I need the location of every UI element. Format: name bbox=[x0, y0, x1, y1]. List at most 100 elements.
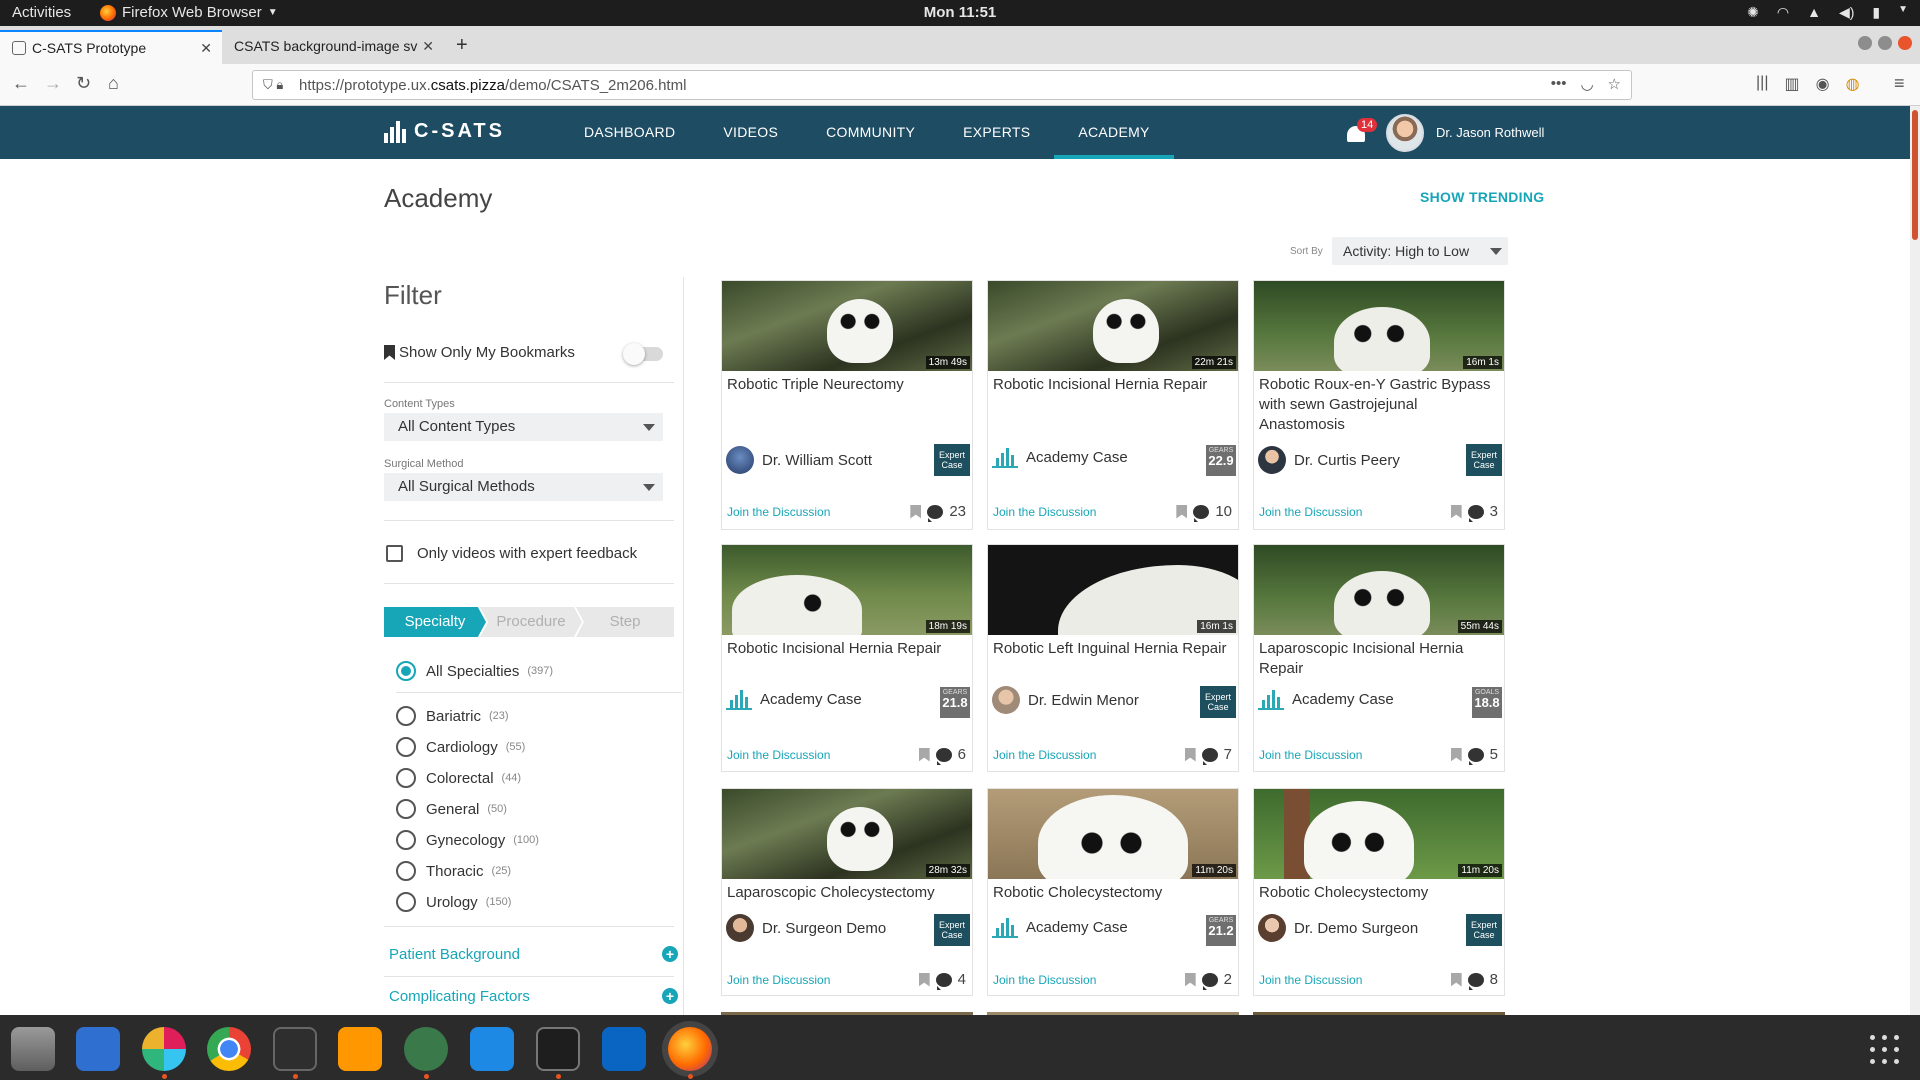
specialty-option[interactable]: Gynecology (100) bbox=[396, 830, 539, 850]
nav-community[interactable]: COMMUNITY bbox=[802, 106, 939, 159]
video-thumbnail[interactable]: 11m 20s bbox=[988, 789, 1238, 879]
card-author[interactable]: Dr. Curtis Peery bbox=[1258, 446, 1400, 474]
chrome-icon[interactable] bbox=[207, 1027, 251, 1071]
battery-icon[interactable]: ▮ bbox=[1872, 4, 1880, 21]
video-card[interactable]: 22m 21s Robotic Incisional Hernia Repair… bbox=[987, 280, 1239, 530]
wifi-icon[interactable]: ◠ bbox=[1777, 4, 1789, 21]
video-thumbnail[interactable]: 55m 44s bbox=[1254, 545, 1504, 635]
close-icon[interactable]: ✕ bbox=[200, 40, 212, 57]
files-icon[interactable] bbox=[11, 1027, 55, 1071]
minimize-button[interactable] bbox=[1858, 36, 1872, 50]
content-types-select[interactable]: All Content Types bbox=[384, 413, 663, 441]
sort-select[interactable]: Activity: High to Low bbox=[1332, 237, 1508, 265]
specialty-option[interactable]: Thoracic (25) bbox=[396, 861, 511, 881]
plus-icon[interactable]: + bbox=[662, 946, 678, 962]
video-card[interactable]: 11m 20s Robotic Cholecystectomy Dr. Demo… bbox=[1253, 788, 1505, 996]
card-title[interactable]: Laparoscopic Cholecystectomy bbox=[727, 883, 969, 903]
card-author[interactable]: Academy Case bbox=[992, 916, 1128, 938]
video-card[interactable]: 16m 1s Robotic Left Inguinal Hernia Repa… bbox=[987, 544, 1239, 772]
menu-icon[interactable]: ≡ bbox=[1894, 73, 1905, 94]
specialty-option[interactable]: General (50) bbox=[396, 799, 507, 819]
radio-button[interactable] bbox=[396, 768, 416, 788]
surgical-method-select[interactable]: All Surgical Methods bbox=[384, 473, 663, 501]
card-title[interactable]: Robotic Incisional Hernia Repair bbox=[727, 639, 969, 659]
vscode-icon[interactable] bbox=[470, 1027, 514, 1071]
bookmark-icon[interactable] bbox=[918, 972, 930, 987]
step-step[interactable]: Step bbox=[576, 607, 674, 637]
firefox-icon[interactable] bbox=[668, 1027, 712, 1071]
video-thumbnail[interactable]: 16m 1s bbox=[1254, 281, 1504, 371]
text-editor-icon[interactable] bbox=[76, 1027, 120, 1071]
slack-icon[interactable] bbox=[142, 1027, 186, 1071]
sublime-text-icon[interactable] bbox=[338, 1027, 382, 1071]
specialty-option[interactable]: All Specialties (397) bbox=[396, 661, 553, 681]
bookmark-icon[interactable] bbox=[1450, 747, 1462, 762]
expert-feedback-checkbox[interactable] bbox=[386, 545, 403, 562]
card-title[interactable]: Robotic Triple Neurectomy bbox=[727, 375, 969, 395]
join-discussion-link[interactable]: Join the Discussion bbox=[727, 748, 830, 762]
radio-button[interactable] bbox=[396, 706, 416, 726]
outlook-icon[interactable] bbox=[602, 1027, 646, 1071]
video-card[interactable]: 16m 1s Robotic Roux-en-Y Gastric Bypass … bbox=[1253, 280, 1505, 530]
join-discussion-link[interactable]: Join the Discussion bbox=[1259, 748, 1362, 762]
volume-icon[interactable]: ◀) bbox=[1839, 4, 1854, 21]
card-author[interactable]: Dr. Surgeon Demo bbox=[726, 914, 886, 942]
settings-icon[interactable]: ✺ bbox=[1747, 4, 1759, 21]
csats-logo[interactable]: C-SATS bbox=[382, 120, 505, 143]
bookmarks-toggle[interactable] bbox=[623, 343, 663, 365]
card-author[interactable]: Academy Case bbox=[726, 688, 862, 710]
video-card[interactable]: 13m 49s Robotic Triple Neurectomy Dr. Wi… bbox=[721, 280, 973, 530]
library-icon[interactable]: ||| bbox=[1756, 74, 1768, 94]
specialty-option[interactable]: Urology (150) bbox=[396, 892, 511, 912]
card-title[interactable]: Laparoscopic Incisional Hernia Repair bbox=[1259, 639, 1501, 679]
terminal-icon[interactable] bbox=[273, 1027, 317, 1071]
video-thumbnail[interactable]: 16m 1s bbox=[988, 545, 1238, 635]
video-thumbnail[interactable]: 22m 21s bbox=[988, 281, 1238, 371]
video-thumbnail[interactable]: 13m 49s bbox=[722, 281, 972, 371]
user-name[interactable]: Dr. Jason Rothwell bbox=[1436, 125, 1544, 140]
clock[interactable]: Mon 11:51 bbox=[0, 4, 1920, 21]
expert-feedback-filter[interactable]: Only videos with expert feedback bbox=[386, 545, 637, 562]
shield-lock-icon[interactable]: ⛉ 🔒︎ bbox=[263, 77, 283, 93]
system-monitor-icon[interactable] bbox=[536, 1027, 580, 1071]
step-procedure[interactable]: Procedure bbox=[480, 607, 582, 637]
specialty-option[interactable]: Cardiology (55) bbox=[396, 737, 525, 757]
video-thumbnail[interactable]: 11m 20s bbox=[1254, 789, 1504, 879]
patient-background-section[interactable]: Patient Background + bbox=[389, 946, 679, 963]
card-title[interactable]: Robotic Cholecystectomy bbox=[1259, 883, 1501, 903]
plus-icon[interactable]: + bbox=[662, 988, 678, 1004]
bookmark-icon[interactable] bbox=[918, 747, 930, 762]
card-title[interactable]: Robotic Incisional Hernia Repair bbox=[993, 375, 1235, 395]
close-window-button[interactable] bbox=[1898, 36, 1912, 50]
video-card[interactable]: 55m 44s Laparoscopic Incisional Hernia R… bbox=[1253, 544, 1505, 772]
bookmark-icon[interactable] bbox=[1184, 972, 1196, 987]
radio-button[interactable] bbox=[396, 892, 416, 912]
star-icon[interactable]: ☆ bbox=[1608, 75, 1621, 93]
nav-dashboard[interactable]: DASHBOARD bbox=[560, 106, 699, 159]
card-title[interactable]: Robotic Cholecystectomy bbox=[993, 883, 1235, 903]
lock-icon[interactable]: ▲ bbox=[1807, 4, 1821, 21]
scrollbar-thumb[interactable] bbox=[1912, 110, 1918, 240]
extension-icon[interactable]: ◍ bbox=[1846, 74, 1860, 94]
join-discussion-link[interactable]: Join the Discussion bbox=[727, 973, 830, 987]
join-discussion-link[interactable]: Join the Discussion bbox=[1259, 973, 1362, 987]
address-bar[interactable]: ⛉ 🔒︎ https://prototype.ux.csats.pizza/de… bbox=[252, 70, 1632, 100]
notifications-button[interactable]: 14 bbox=[1342, 118, 1378, 148]
forward-arrow-icon[interactable]: → bbox=[44, 73, 62, 94]
tab-background-image[interactable]: CSATS background-image sv ✕ bbox=[222, 30, 444, 64]
video-card[interactable]: 11m 20s Robotic Cholecystectomy Academy … bbox=[987, 788, 1239, 996]
bookmark-icon[interactable] bbox=[1184, 747, 1196, 762]
gitkraken-icon[interactable] bbox=[404, 1027, 448, 1071]
join-discussion-link[interactable]: Join the Discussion bbox=[727, 505, 830, 519]
card-title[interactable]: Robotic Left Inguinal Hernia Repair bbox=[993, 639, 1235, 659]
join-discussion-link[interactable]: Join the Discussion bbox=[1259, 505, 1362, 519]
maximize-button[interactable] bbox=[1878, 36, 1892, 50]
nav-experts[interactable]: EXPERTS bbox=[939, 106, 1054, 159]
specialty-option[interactable]: Bariatric (23) bbox=[396, 706, 509, 726]
home-icon[interactable]: ⌂ bbox=[108, 73, 119, 94]
card-author[interactable]: Dr. William Scott bbox=[726, 446, 872, 474]
video-thumbnail[interactable]: 18m 19s bbox=[722, 545, 972, 635]
specialty-option[interactable]: Colorectal (44) bbox=[396, 768, 521, 788]
pocket-icon[interactable]: ◡ bbox=[1580, 75, 1593, 93]
video-card[interactable]: 28m 32s Laparoscopic Cholecystectomy Dr.… bbox=[721, 788, 973, 996]
